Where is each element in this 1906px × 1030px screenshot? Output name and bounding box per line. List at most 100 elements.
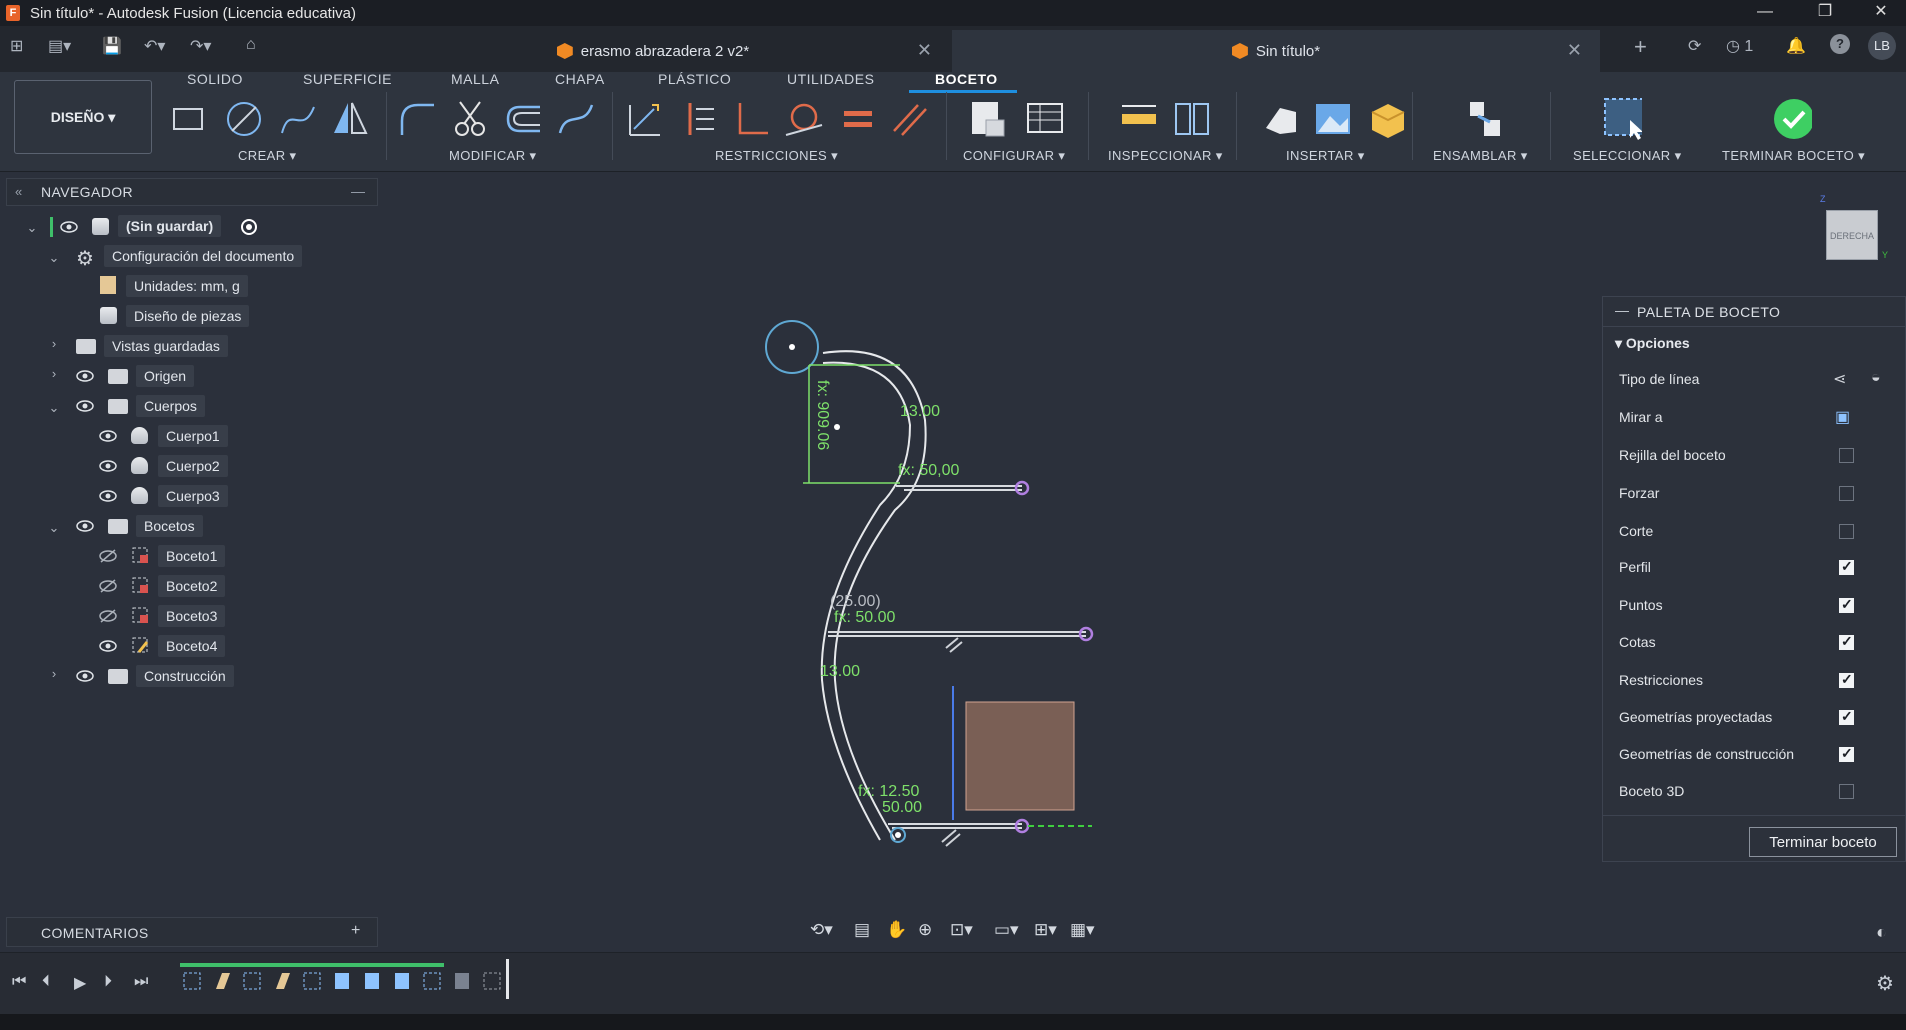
maximize-button[interactable]: ❐	[1800, 0, 1850, 26]
timeline-sketch-icon[interactable]	[422, 969, 444, 993]
tree-item-origin[interactable]: Origen	[136, 364, 195, 388]
insert-mcmaster-icon[interactable]	[1366, 98, 1406, 140]
eye-hidden-icon[interactable]	[99, 609, 117, 623]
tree-item-root[interactable]: (Sin guardar)	[118, 214, 222, 238]
rectangle-tool-icon[interactable]	[168, 98, 208, 140]
timeline-sketch-icon[interactable]	[302, 969, 324, 993]
snap-checkbox[interactable]	[1839, 486, 1854, 501]
mirror-tool-icon[interactable]	[330, 98, 370, 140]
group-crear[interactable]: CREAR ▾	[238, 148, 296, 164]
viewcube-face[interactable]: DERECHA	[1826, 210, 1878, 260]
home-icon[interactable]: ⌂	[246, 36, 256, 54]
tree-item-doc-settings[interactable]: Configuración del documento	[104, 244, 303, 268]
activate-radio-icon[interactable]	[241, 219, 257, 235]
points-checkbox[interactable]	[1839, 596, 1854, 613]
slice-checkbox[interactable]	[1839, 524, 1854, 539]
collapse-palette-icon[interactable]: —	[1615, 302, 1629, 318]
sketch-canvas[interactable]: fx: 909.06 13.00 fx: 50,00 (25.00) fx: 5…	[720, 300, 1120, 860]
close-tab-icon[interactable]: ✕	[1567, 40, 1582, 61]
spline-tool-icon[interactable]	[278, 98, 318, 140]
chevron-down-icon[interactable]: ⌄	[48, 520, 60, 536]
viewports-icon[interactable]: ▦▾	[1070, 920, 1095, 940]
viewcube[interactable]: DERECHA Z Y	[1820, 194, 1888, 266]
tab-superficie[interactable]: SUPERFICIE	[303, 71, 392, 87]
tree-item-units[interactable]: Unidades: mm, g	[126, 274, 248, 298]
perpendicular-constraint-icon[interactable]	[732, 98, 772, 140]
timeline-body-icon[interactable]	[332, 969, 354, 993]
tab-utilidades[interactable]: UTILIDADES	[787, 71, 874, 87]
tree-item-construction[interactable]: Construcción	[136, 664, 234, 688]
group-ensamblar[interactable]: ENSAMBLAR ▾	[1433, 148, 1528, 164]
3d-sketch-checkbox[interactable]	[1839, 784, 1854, 799]
circle-tool-icon[interactable]	[224, 98, 264, 140]
group-insertar[interactable]: INSERTAR ▾	[1286, 148, 1365, 164]
apps-grid-icon[interactable]: ⊞	[10, 36, 23, 56]
tree-item-sketches[interactable]: Bocetos	[136, 514, 203, 538]
eye-icon[interactable]	[99, 639, 117, 653]
chevron-right-icon[interactable]: ›	[48, 366, 60, 381]
timeline-play-icon[interactable]: ▶	[74, 973, 86, 993]
tangent-constraint-icon[interactable]	[784, 98, 824, 140]
tree-item-sketch3[interactable]: Boceto3	[158, 604, 226, 628]
equal-constraint-icon[interactable]	[838, 98, 878, 140]
group-restricciones[interactable]: RESTRICCIONES ▾	[715, 148, 838, 164]
pan-icon[interactable]: ✋	[886, 920, 907, 940]
timeline-first-icon[interactable]: ⏮	[12, 973, 26, 991]
fit-icon[interactable]: ⊡▾	[950, 920, 973, 940]
undo-icon[interactable]: ↶▾	[144, 36, 165, 56]
linetype-icon[interactable]: ⋖	[1833, 369, 1846, 389]
chevron-right-icon[interactable]: ›	[48, 666, 60, 681]
tab-erasmo-abrazadera[interactable]: erasmo abrazadera 2 v2* ✕	[356, 30, 950, 72]
construction-linetype-icon[interactable]: ◒	[1871, 369, 1881, 387]
file-menu-icon[interactable]: ▤▾	[48, 36, 71, 56]
joint-tool-icon[interactable]	[1464, 98, 1504, 140]
job-status-icon[interactable]: ◷ 1	[1726, 36, 1753, 56]
measure-tool-icon[interactable]	[1118, 98, 1158, 140]
tab-boceto[interactable]: BOCETO	[935, 71, 998, 87]
tab-plastico[interactable]: PLÁSTICO	[658, 71, 731, 87]
look-at-view-icon[interactable]: ▤	[854, 920, 870, 940]
grid-checkbox[interactable]	[1839, 448, 1854, 463]
timeline-body-icon[interactable]	[392, 969, 414, 993]
display-settings-icon[interactable]: ▭▾	[994, 920, 1019, 940]
palette-section-options[interactable]: ▾ Opciones	[1615, 335, 1690, 352]
fillet-tool-icon[interactable]	[398, 98, 438, 140]
tree-item-bodies[interactable]: Cuerpos	[136, 394, 205, 418]
tab-chapa[interactable]: CHAPA	[555, 71, 605, 87]
eye-icon[interactable]	[76, 399, 94, 413]
help-icon[interactable]: ?	[1830, 34, 1850, 54]
sketch-dimension-icon[interactable]	[624, 98, 664, 140]
eye-icon[interactable]	[60, 220, 78, 234]
timeline-last-icon[interactable]: ⏭	[134, 973, 148, 991]
eye-icon[interactable]	[76, 519, 94, 533]
close-tab-icon[interactable]: ✕	[917, 40, 932, 61]
chevron-right-icon[interactable]: ›	[48, 336, 60, 351]
timeline-extrude-icon[interactable]	[212, 969, 234, 993]
group-configurar[interactable]: CONFIGURAR ▾	[963, 148, 1065, 164]
view-options-icon[interactable]: ◐	[1876, 922, 1887, 943]
tree-item-sketch4[interactable]: Boceto4	[158, 634, 226, 658]
tree-item-sketch1[interactable]: Boceto1	[158, 544, 226, 568]
group-modificar[interactable]: MODIFICAR ▾	[449, 148, 536, 164]
user-avatar[interactable]: LB	[1868, 32, 1896, 60]
eye-hidden-icon[interactable]	[99, 579, 117, 593]
sketch-scale-icon[interactable]	[556, 98, 596, 140]
constraints-checkbox[interactable]	[1839, 671, 1854, 688]
insert-derive-icon[interactable]	[1258, 98, 1298, 140]
finish-sketch-button[interactable]: Terminar boceto	[1749, 827, 1897, 857]
timeline-sketch-active-icon[interactable]	[482, 969, 504, 993]
eye-icon[interactable]	[99, 489, 117, 503]
dimensions-checkbox[interactable]	[1839, 633, 1854, 650]
coincident-constraint-icon[interactable]	[680, 98, 720, 140]
tree-item-body3[interactable]: Cuerpo3	[158, 484, 228, 508]
workspace-switcher-button[interactable]: DISEÑO ▾	[14, 80, 152, 154]
profile-checkbox[interactable]	[1839, 558, 1854, 575]
zoom-icon[interactable]: ⊕	[918, 920, 932, 940]
minimize-navigator-icon[interactable]: —	[351, 183, 365, 199]
tree-item-sketch2[interactable]: Boceto2	[158, 574, 226, 598]
timeline-body-icon[interactable]	[362, 969, 384, 993]
save-icon[interactable]: 💾	[102, 36, 122, 56]
interference-icon[interactable]	[1172, 98, 1212, 140]
tab-solido[interactable]: SOLIDO	[187, 71, 243, 87]
new-tab-icon[interactable]: +	[1634, 34, 1647, 60]
